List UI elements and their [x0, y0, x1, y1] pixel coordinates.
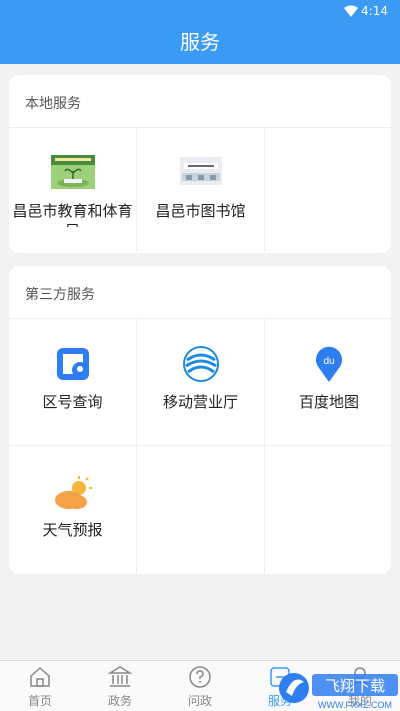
- government-icon: [108, 666, 132, 687]
- service-area-code[interactable]: 区号查询: [9, 318, 137, 446]
- service-weather[interactable]: 天气预报: [9, 446, 137, 574]
- question-icon: [189, 666, 211, 688]
- watermark: 飞翔下载 WWW.FXXZ.COM: [276, 666, 400, 711]
- local-item-library[interactable]: 昌邑市图书馆: [137, 127, 265, 253]
- nav-label: 首页: [27, 694, 52, 708]
- service-label: 移动营业厅: [162, 393, 238, 411]
- nav-item-government[interactable]: 政务: [80, 661, 160, 711]
- service-baidu-map[interactable]: du 百度地图: [265, 318, 391, 446]
- nav-item-question[interactable]: 问政: [160, 661, 240, 711]
- education-bureau-thumbnail: [50, 155, 95, 189]
- baidu-map-icon: du: [315, 346, 343, 382]
- local-item-label: 昌邑市图书馆: [155, 202, 246, 220]
- nav-label: 政务: [107, 694, 132, 708]
- empty-cell: [265, 127, 391, 253]
- third-party-services-title: 第三方服务: [25, 287, 95, 303]
- status-bar: 4:14: [0, 0, 400, 24]
- weather-icon: [53, 476, 93, 510]
- watermark-url: WWW.FXXZ.COM: [318, 700, 392, 710]
- nav-label: 问政: [187, 694, 212, 708]
- service-china-mobile[interactable]: 移动营业厅: [137, 318, 265, 446]
- service-label: 天气预报: [42, 521, 103, 539]
- library-thumbnail: [179, 157, 222, 185]
- empty-cell: [137, 446, 265, 574]
- wifi-icon: [344, 5, 358, 17]
- local-item-education-bureau[interactable]: 昌邑市教育和体育局: [9, 127, 137, 253]
- service-label: 百度地图: [298, 393, 359, 411]
- local-services-title: 本地服务: [25, 96, 81, 112]
- title-bar: 服务: [0, 24, 400, 64]
- watermark-text: 飞翔下载: [325, 677, 385, 695]
- area-code-icon: [55, 346, 91, 382]
- third-party-services-card: 第三方服务 区号查询 移动营业厅 du 百度地图 天气预报: [9, 266, 391, 574]
- status-time: 4:14: [361, 4, 388, 18]
- china-mobile-icon: [181, 344, 221, 384]
- local-services-card: 本地服务 昌邑市教育和体育局: [9, 75, 391, 253]
- svg-text:du: du: [323, 356, 334, 367]
- home-icon: [30, 666, 50, 687]
- nav-item-home[interactable]: 首页: [0, 661, 80, 711]
- page-title: 服务: [180, 30, 220, 54]
- local-item-label: 昌邑市教育和体育局: [12, 202, 133, 227]
- empty-cell: [265, 446, 391, 574]
- service-label: 区号查询: [42, 393, 103, 411]
